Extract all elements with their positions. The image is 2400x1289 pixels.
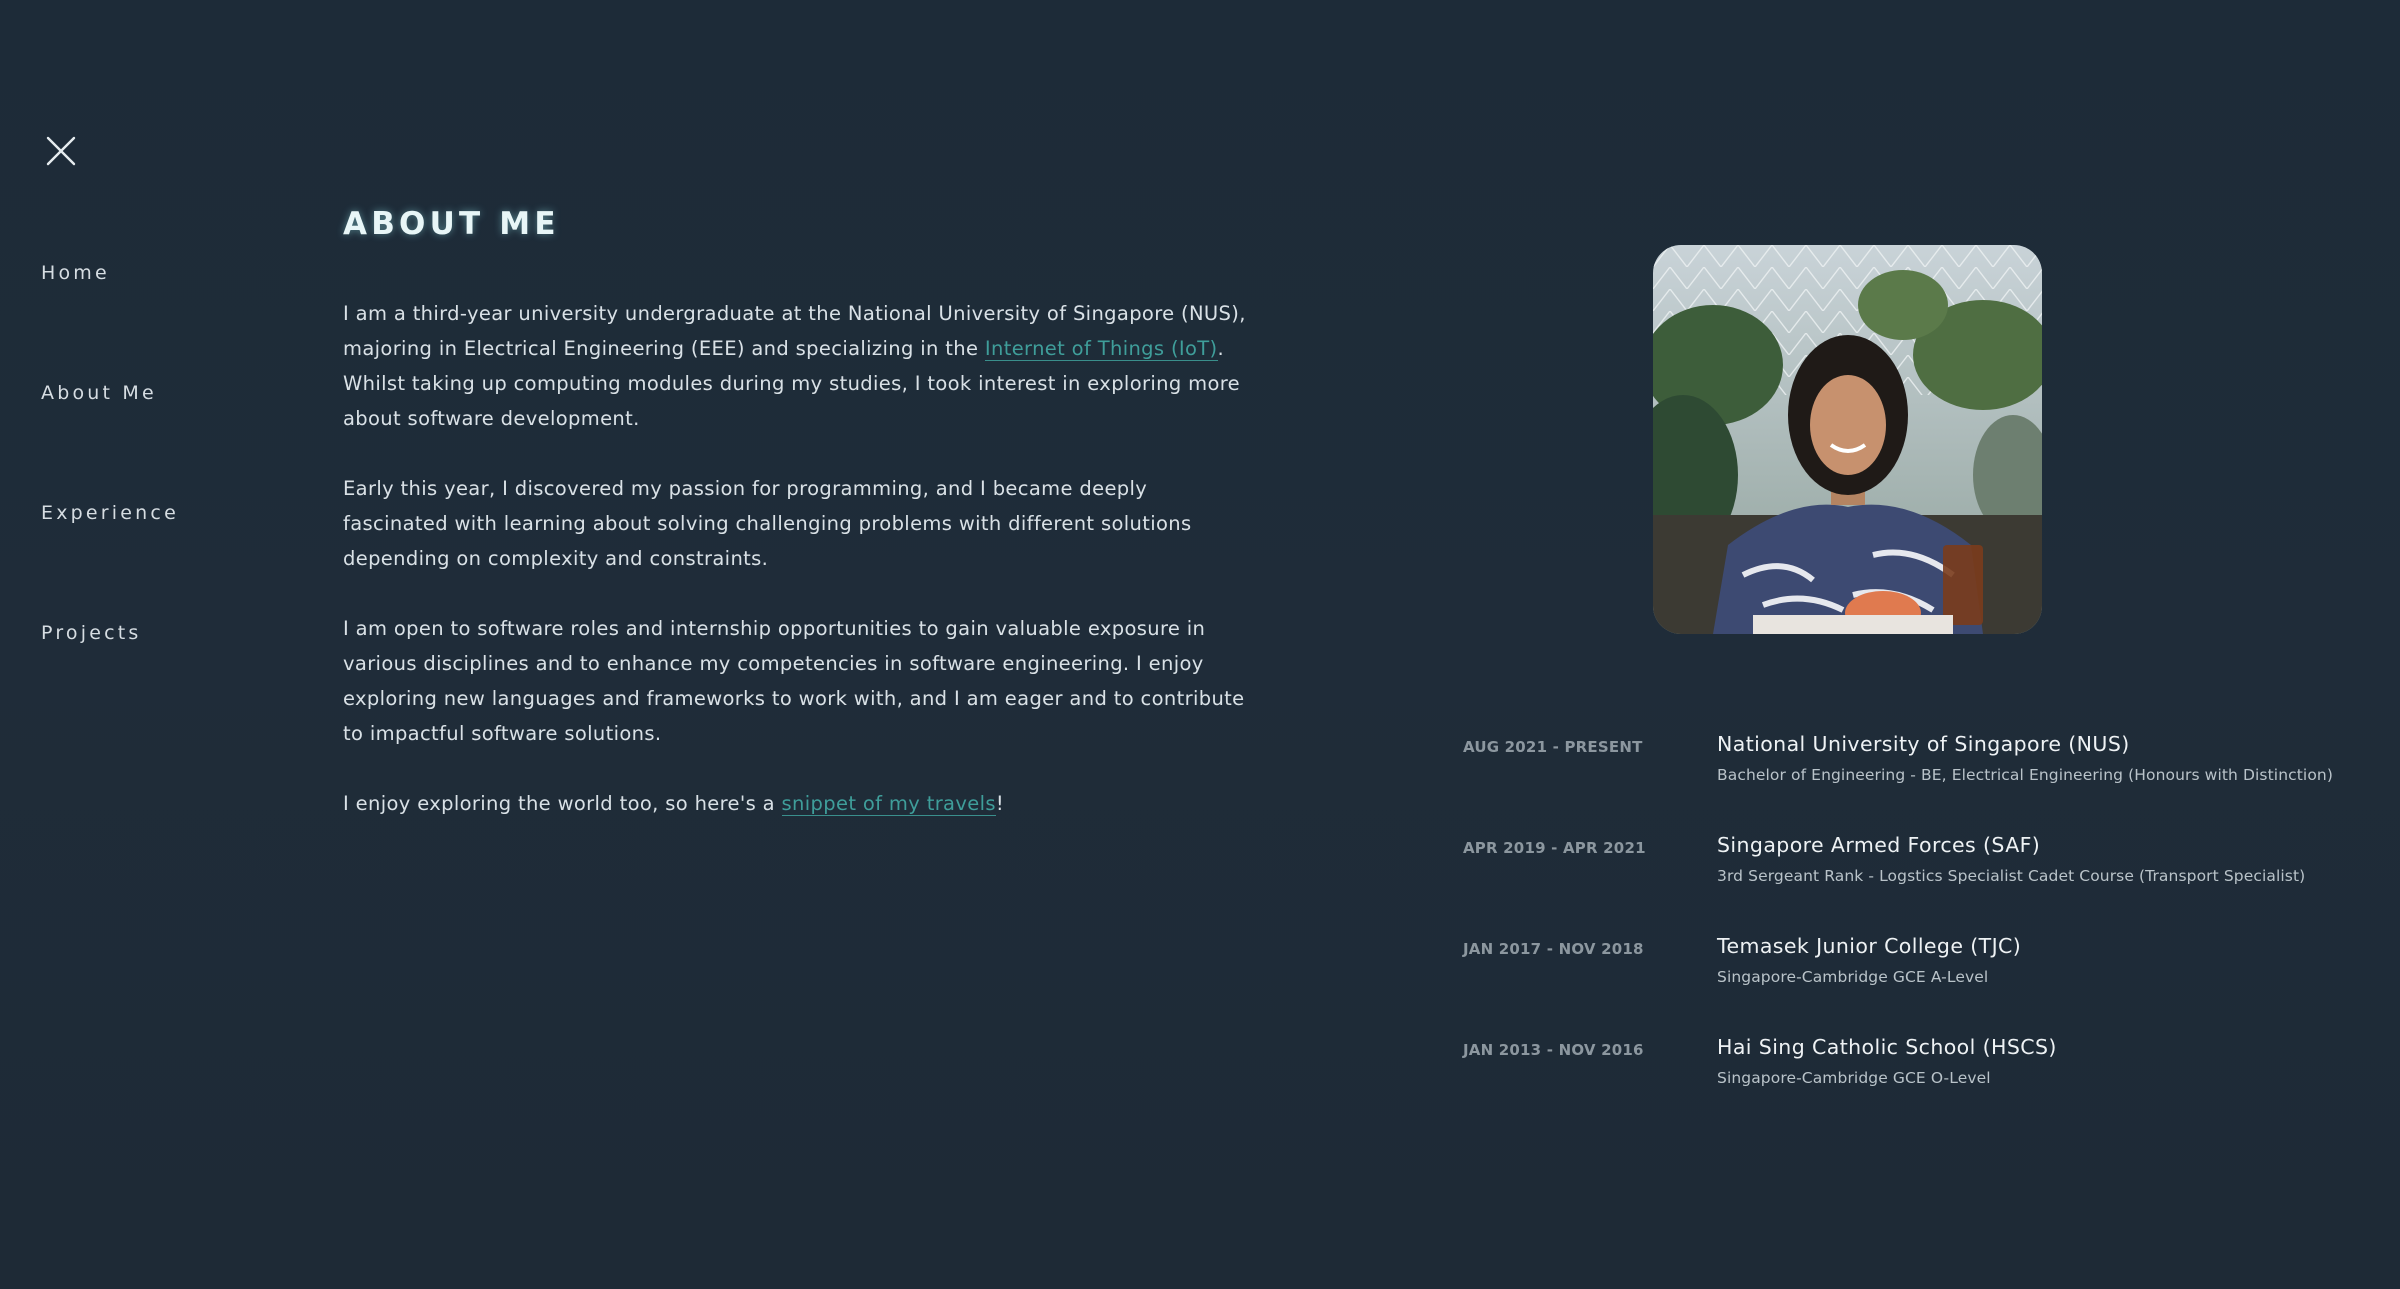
timeline-organization: National University of Singapore (NUS) <box>1717 732 2130 756</box>
timeline-entry: APR 2019 - APR 2021 Singapore Armed Forc… <box>1463 831 2363 932</box>
timeline-entry: JAN 2017 - NOV 2018 Temasek Junior Colle… <box>1463 932 2363 1033</box>
bio-text: ! <box>995 792 1005 815</box>
profile-photo-image <box>1653 245 2042 634</box>
bio-paragraph-1: I am a third-year university undergradua… <box>343 296 1253 436</box>
nav-item-home[interactable]: Home <box>41 262 179 382</box>
bio-paragraph-2: Early this year, I discovered my passion… <box>343 477 1192 570</box>
bio-paragraph-4: I enjoy exploring the world too, so here… <box>343 786 1253 821</box>
timeline-description: Singapore-Cambridge GCE A-Level <box>1717 968 1989 986</box>
travels-link[interactable]: snippet of my travels <box>781 792 996 816</box>
timeline-organization: Hai Sing Catholic School (HSCS) <box>1717 1035 2057 1059</box>
bio-text: I enjoy exploring the world too, so here… <box>343 792 782 815</box>
timeline-entry: JAN 2013 - NOV 2016 Hai Sing Catholic Sc… <box>1463 1033 2363 1134</box>
bio-paragraph-3: I am open to software roles and internsh… <box>343 617 1245 745</box>
bio-section: I am a third-year university undergradua… <box>343 296 1253 856</box>
profile-photo <box>1653 245 2042 634</box>
timeline-organization: Temasek Junior College (TJC) <box>1717 934 2022 958</box>
nav-item-about-me[interactable]: About Me <box>41 382 179 502</box>
close-icon <box>46 136 76 166</box>
timeline-date: APR 2019 - APR 2021 <box>1463 839 1646 857</box>
timeline-description: 3rd Sergeant Rank - Logstics Specialist … <box>1717 867 2306 885</box>
timeline-entry: AUG 2021 - PRESENT National University o… <box>1463 730 2363 831</box>
timeline-date: AUG 2021 - PRESENT <box>1463 738 1643 756</box>
timeline-organization: Singapore Armed Forces (SAF) <box>1717 833 2041 857</box>
timeline-description: Singapore-Cambridge GCE O-Level <box>1717 1069 1991 1087</box>
timeline-date: JAN 2017 - NOV 2018 <box>1463 940 1644 958</box>
nav-item-experience[interactable]: Experience <box>41 502 179 622</box>
side-nav: Home About Me Experience Projects <box>41 262 179 742</box>
timeline-description: Bachelor of Engineering - BE, Electrical… <box>1717 766 2333 784</box>
page-title: ABOUT ME <box>343 206 560 242</box>
nav-item-projects[interactable]: Projects <box>41 622 179 742</box>
close-menu-button[interactable] <box>44 134 78 168</box>
iot-link[interactable]: Internet of Things (IoT) <box>984 337 1218 361</box>
education-timeline: AUG 2021 - PRESENT National University o… <box>1463 730 2363 1134</box>
timeline-date: JAN 2013 - NOV 2016 <box>1463 1041 1644 1059</box>
